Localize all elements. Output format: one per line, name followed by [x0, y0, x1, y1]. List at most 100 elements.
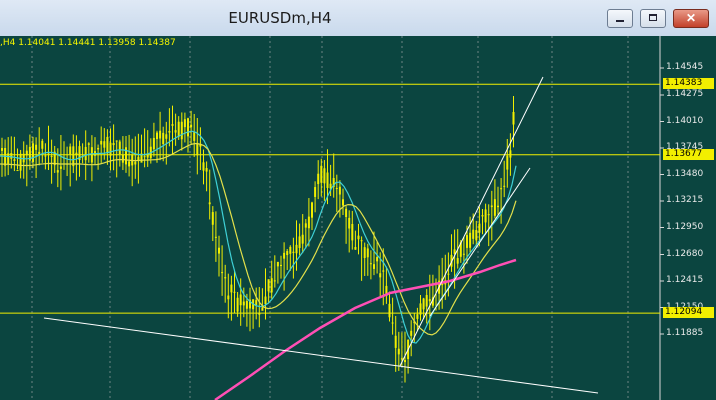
candle-body	[152, 137, 155, 150]
candle-body	[13, 159, 16, 161]
candle-body	[202, 162, 205, 171]
price-axis-label: 1.12415	[666, 275, 704, 285]
candle-body	[503, 185, 506, 187]
candle-body	[233, 291, 236, 293]
candle-body	[32, 143, 34, 162]
candle-body	[187, 118, 189, 137]
candle-body	[270, 278, 273, 293]
candle-body	[255, 300, 258, 305]
candle-body	[44, 155, 47, 157]
candle-body	[311, 202, 313, 218]
candle-body	[168, 130, 171, 133]
candle-body	[376, 257, 379, 262]
candle-body	[280, 264, 282, 266]
price-axis-label: 1.12680	[666, 248, 704, 259]
candle-body	[211, 212, 214, 225]
candle-body	[7, 153, 10, 165]
candle-body	[106, 136, 109, 154]
candle-body	[345, 208, 348, 217]
candle-body	[224, 277, 227, 279]
candle-body	[416, 314, 419, 319]
candle-body	[264, 296, 267, 305]
candle-body	[134, 161, 137, 165]
candle-body	[373, 264, 375, 269]
candle-body	[97, 148, 100, 150]
candle-body	[391, 322, 394, 324]
candle-body	[428, 299, 431, 302]
chart-area[interactable]: ,H4 1.14041 1.14441 1.13958 1.14387 1.14…	[0, 36, 716, 400]
candle-body	[298, 236, 301, 248]
candle-body	[25, 150, 28, 156]
candle-body	[196, 142, 199, 156]
trendline-support	[43, 317, 599, 394]
candle-body	[177, 121, 180, 137]
candle-body	[326, 172, 329, 188]
candle-body	[218, 247, 220, 254]
candle-body	[75, 152, 78, 156]
candle-body	[369, 263, 372, 265]
window-titlebar[interactable]: EURUSDm,H4 ✕	[0, 0, 716, 37]
candle-body	[112, 143, 115, 146]
close-button[interactable]: ✕	[673, 9, 709, 28]
horizontal-line-label: 1.13677	[663, 148, 714, 160]
candle-body	[276, 261, 279, 267]
close-icon: ✕	[685, 11, 697, 25]
candle-body	[35, 144, 38, 150]
candle-body	[84, 146, 87, 161]
candle-body	[366, 248, 369, 258]
candle-body	[317, 173, 320, 185]
candle-body	[50, 155, 53, 157]
candle-body	[475, 230, 478, 241]
candle-body	[230, 284, 233, 293]
candle-body	[497, 205, 499, 208]
candle-body	[22, 153, 25, 163]
price-axis-label: 1.13480	[666, 168, 704, 179]
candle-body	[472, 229, 475, 239]
candle-body	[193, 132, 196, 141]
maximize-button[interactable]	[640, 9, 666, 28]
candle-body	[214, 236, 217, 238]
candle-body	[484, 209, 487, 223]
horizontal-line-label: 1.12094	[663, 307, 714, 319]
candle-body	[425, 295, 428, 307]
restore-icon	[649, 14, 657, 21]
candle-body	[314, 187, 317, 197]
candle-body	[307, 216, 310, 229]
candle-body	[121, 154, 124, 163]
candle-body	[242, 301, 245, 306]
price-chart[interactable]	[0, 36, 716, 400]
candle-body	[394, 335, 397, 348]
candle-body	[493, 199, 496, 216]
candle-body	[456, 258, 459, 264]
candle-body	[292, 251, 295, 253]
candle-body	[47, 153, 50, 155]
candle-body	[335, 188, 338, 190]
candle-body	[115, 140, 118, 142]
candle-body	[320, 165, 323, 183]
candle-body	[90, 147, 93, 163]
candle-body	[156, 132, 158, 140]
candle-body	[404, 360, 406, 363]
window-title: EURUSDm,H4	[228, 9, 332, 27]
ma-fast-line	[0, 130, 517, 344]
candle-body	[301, 234, 304, 244]
candle-body	[128, 161, 131, 167]
candle-body	[338, 186, 341, 195]
candle-body	[289, 246, 292, 254]
candle-body	[1, 148, 3, 151]
candle-body	[295, 244, 298, 254]
candle-body	[410, 330, 413, 336]
candle-body	[258, 312, 261, 315]
candle-body	[481, 215, 484, 217]
candle-body	[261, 307, 264, 311]
minimize-button[interactable]	[607, 9, 633, 28]
candle-body	[103, 141, 106, 148]
candle-body	[422, 298, 425, 310]
candle-body	[267, 279, 270, 292]
price-axis-label: 1.13215	[666, 195, 704, 205]
candle-body	[165, 134, 168, 139]
candle-body	[400, 358, 403, 360]
candle-body	[509, 150, 512, 158]
candle-body	[10, 152, 13, 159]
channel-upper-line	[399, 76, 544, 367]
